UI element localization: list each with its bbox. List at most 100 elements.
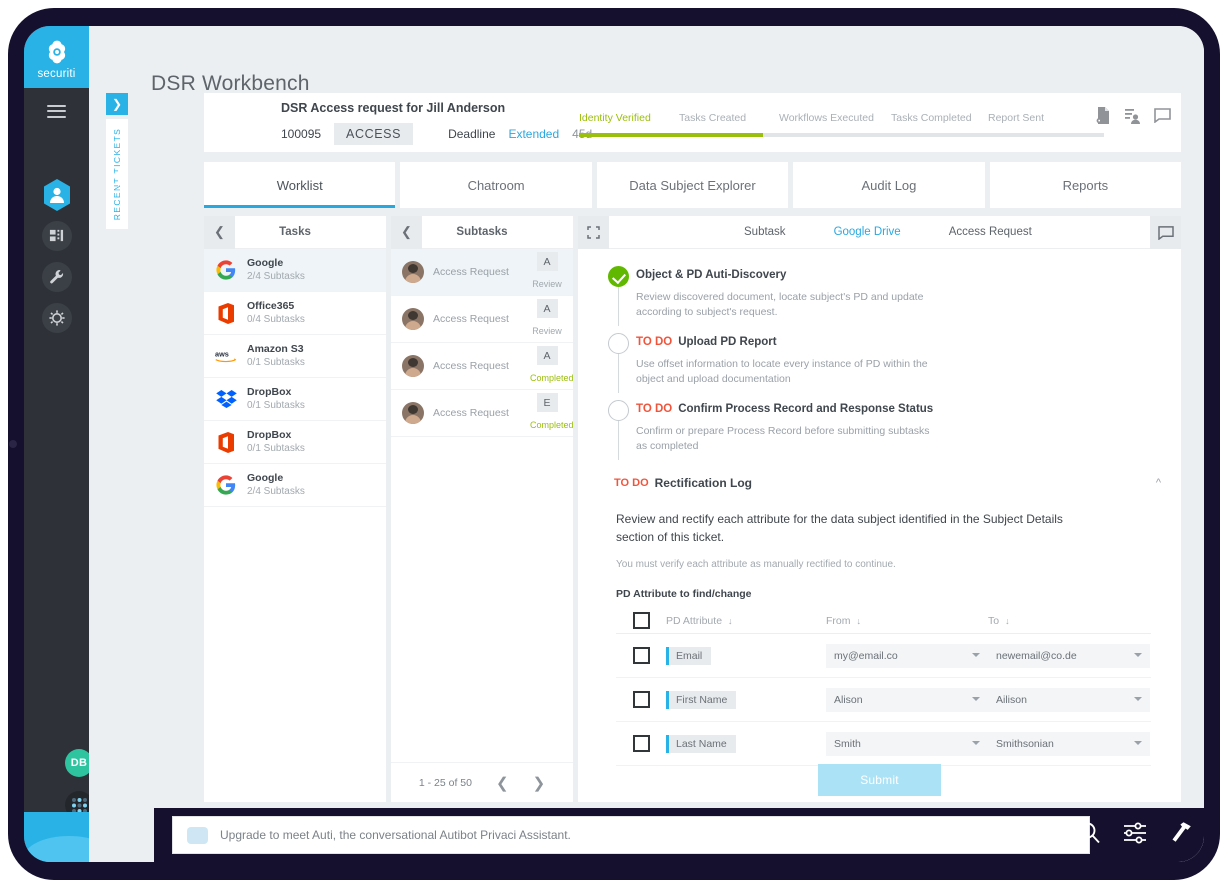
tab-worklist[interactable]: Worklist bbox=[204, 162, 396, 208]
ticket-progress: Identity Verified Tasks Created Workflows … bbox=[579, 112, 1104, 137]
to-value-select[interactable]: Ailison bbox=[988, 687, 1150, 712]
submit-button[interactable]: Submit bbox=[818, 764, 941, 796]
row-checkbox[interactable] bbox=[616, 647, 666, 664]
subtasks-panel-title: Subtasks bbox=[456, 226, 508, 238]
rectification-todo-badge: TO DO bbox=[614, 477, 649, 489]
row-checkbox[interactable] bbox=[616, 691, 666, 708]
deadline-status[interactable]: Extended bbox=[508, 127, 559, 141]
bottom-bar-actions bbox=[1078, 808, 1192, 862]
assign-user-icon[interactable] bbox=[1125, 108, 1140, 129]
from-value-select[interactable]: Smith bbox=[826, 731, 988, 756]
subtask-row[interactable]: Access Request A Completed bbox=[391, 343, 574, 390]
task-row[interactable]: DropBox 0/1 Subtasks bbox=[204, 421, 386, 464]
pd-column-header[interactable]: PD Attribute ↓ bbox=[666, 615, 826, 627]
empty-circle-icon[interactable] bbox=[608, 400, 629, 421]
deadline-label: Deadline bbox=[448, 127, 496, 141]
rectification-lead: Review and rectify each attribute for th… bbox=[616, 512, 1063, 544]
sidebar-item-settings[interactable] bbox=[24, 297, 89, 338]
step-connector bbox=[618, 287, 619, 326]
hamburger-menu-button[interactable] bbox=[24, 88, 89, 134]
select-all-checkbox[interactable] bbox=[616, 612, 666, 629]
task-row[interactable]: aws Amazon S3 0/1 Subtasks bbox=[204, 335, 386, 378]
sort-arrow-icon: ↓ bbox=[856, 615, 862, 626]
chevron-down-icon bbox=[1134, 696, 1142, 705]
checklist-step-description: Review discovered document, locate subje… bbox=[636, 291, 924, 318]
subtask-badge: A bbox=[536, 346, 558, 365]
chat-input[interactable]: Upgrade to meet Auti, the conversational… bbox=[172, 816, 1090, 854]
pd-column-label: To bbox=[988, 614, 1000, 627]
row-checkbox[interactable] bbox=[616, 735, 666, 752]
task-name: Office365 bbox=[247, 300, 295, 312]
subtask-row[interactable]: Access Request A Review bbox=[391, 296, 573, 343]
chevron-down-icon bbox=[972, 652, 980, 661]
task-row[interactable]: DropBox 0/1 Subtasks bbox=[204, 378, 386, 421]
checklist-step-description: Confirm or prepare Process Record before… bbox=[636, 425, 930, 452]
bottom-bar: Upgrade to meet Auti, the conversational… bbox=[154, 808, 1204, 862]
filter-sliders-icon[interactable] bbox=[1123, 822, 1147, 849]
step-connector bbox=[618, 421, 619, 460]
tasks-back-button[interactable]: ❮ bbox=[204, 215, 235, 249]
subtasks-panel: ❮ Subtasks Access Request A Review Access R… bbox=[391, 215, 574, 802]
brand-logo[interactable]: securiti bbox=[24, 26, 89, 88]
checklist-step: TO DO Upload PD Report Use offset informat… bbox=[578, 332, 1181, 393]
rectification-title: Rectification Log bbox=[654, 476, 752, 490]
subtasks-back-button[interactable]: ❮ bbox=[391, 215, 422, 249]
from-value-select[interactable]: Alison bbox=[826, 687, 988, 712]
task-text: Google 2/4 Subtasks bbox=[247, 257, 305, 283]
expand-rail-button[interactable]: ❯ bbox=[106, 93, 128, 115]
subtask-row[interactable]: Access Request A Review bbox=[391, 249, 573, 296]
expand-icon[interactable] bbox=[578, 215, 609, 249]
sidebar-item-dashboard[interactable] bbox=[24, 215, 89, 256]
tab-reports[interactable]: Reports bbox=[989, 162, 1182, 208]
chevron-down-icon bbox=[972, 740, 980, 749]
subtask-badge: A bbox=[536, 299, 558, 318]
search-icon[interactable] bbox=[1078, 821, 1101, 849]
pd-table-row: First Name Alison Ailison bbox=[616, 678, 1151, 722]
from-value-select[interactable]: my@email.co bbox=[826, 643, 988, 668]
detail-comment-icon[interactable] bbox=[1150, 216, 1181, 249]
task-row[interactable]: Google 2/4 Subtasks bbox=[204, 249, 386, 292]
chevron-down-icon bbox=[972, 696, 980, 705]
sidebar-item-tools[interactable] bbox=[24, 256, 89, 297]
to-value-select[interactable]: Smithsonian bbox=[988, 731, 1150, 756]
avatar bbox=[402, 261, 424, 283]
progress-step-labels: Identity Verified Tasks Created Workflows … bbox=[579, 112, 1104, 124]
document-add-icon[interactable] bbox=[1096, 107, 1111, 129]
step-connector bbox=[618, 354, 619, 393]
recent-tickets-tab[interactable]: RECENT TICKETS bbox=[106, 119, 128, 229]
pd-attribute-chip: Last Name bbox=[666, 735, 736, 753]
task-subtask-count: 0/1 Subtasks bbox=[247, 400, 305, 411]
tasks-list: Google 2/4 Subtasks Office365 0/4 Subtasks a… bbox=[204, 249, 386, 802]
task-row[interactable]: Office365 0/4 Subtasks bbox=[204, 292, 386, 335]
tab-audit-log[interactable]: Audit Log bbox=[793, 162, 985, 208]
empty-circle-icon[interactable] bbox=[608, 333, 629, 354]
to-value-select[interactable]: newemail@co.de bbox=[988, 643, 1150, 668]
task-text: Amazon S3 0/1 Subtasks bbox=[247, 343, 305, 369]
pd-column-header[interactable]: From ↓ bbox=[826, 615, 988, 627]
task-name: Google bbox=[247, 472, 284, 484]
progress-step-3: Workflows Executed bbox=[779, 112, 874, 124]
pd-attribute-table: PD Attribute ↓ From ↓ To ↓ Email my@email.co new… bbox=[616, 608, 1151, 766]
privacy-hex-icon bbox=[43, 178, 70, 211]
chevron-up-icon[interactable]: ^ bbox=[1156, 477, 1161, 489]
comment-icon[interactable] bbox=[1154, 108, 1171, 128]
sidebar-item-privacy-center[interactable] bbox=[24, 174, 89, 215]
tab-data-subject-explorer[interactable]: Data Subject Explorer bbox=[596, 162, 789, 208]
ticket-type-badge: ACCESS bbox=[334, 123, 414, 145]
decorative-wave bbox=[24, 812, 114, 862]
dropbox-icon bbox=[215, 388, 237, 410]
tab-chatroom[interactable]: Chatroom bbox=[400, 162, 592, 208]
rectification-log-header[interactable]: TO DO Rectification Log ^ bbox=[578, 470, 1181, 496]
pager-prev-button[interactable]: ❮ bbox=[496, 774, 509, 792]
subtask-row[interactable]: Access Request E Completed bbox=[391, 390, 574, 437]
breadcrumb-source[interactable]: Google Drive bbox=[834, 226, 901, 238]
task-row[interactable]: Google 2/4 Subtasks bbox=[204, 464, 386, 507]
settings-gear-icon bbox=[41, 302, 72, 333]
pd-column-header[interactable]: To ↓ bbox=[988, 615, 1150, 627]
pager-next-button[interactable]: ❯ bbox=[533, 774, 546, 792]
check-circle-icon[interactable] bbox=[608, 266, 629, 287]
task-text: DropBox 0/1 Subtasks bbox=[247, 386, 305, 412]
task-subtask-count: 2/4 Subtasks bbox=[247, 486, 305, 497]
hammer-tools-icon[interactable] bbox=[1169, 821, 1192, 849]
step-title-text: Upload PD Report bbox=[678, 336, 777, 348]
